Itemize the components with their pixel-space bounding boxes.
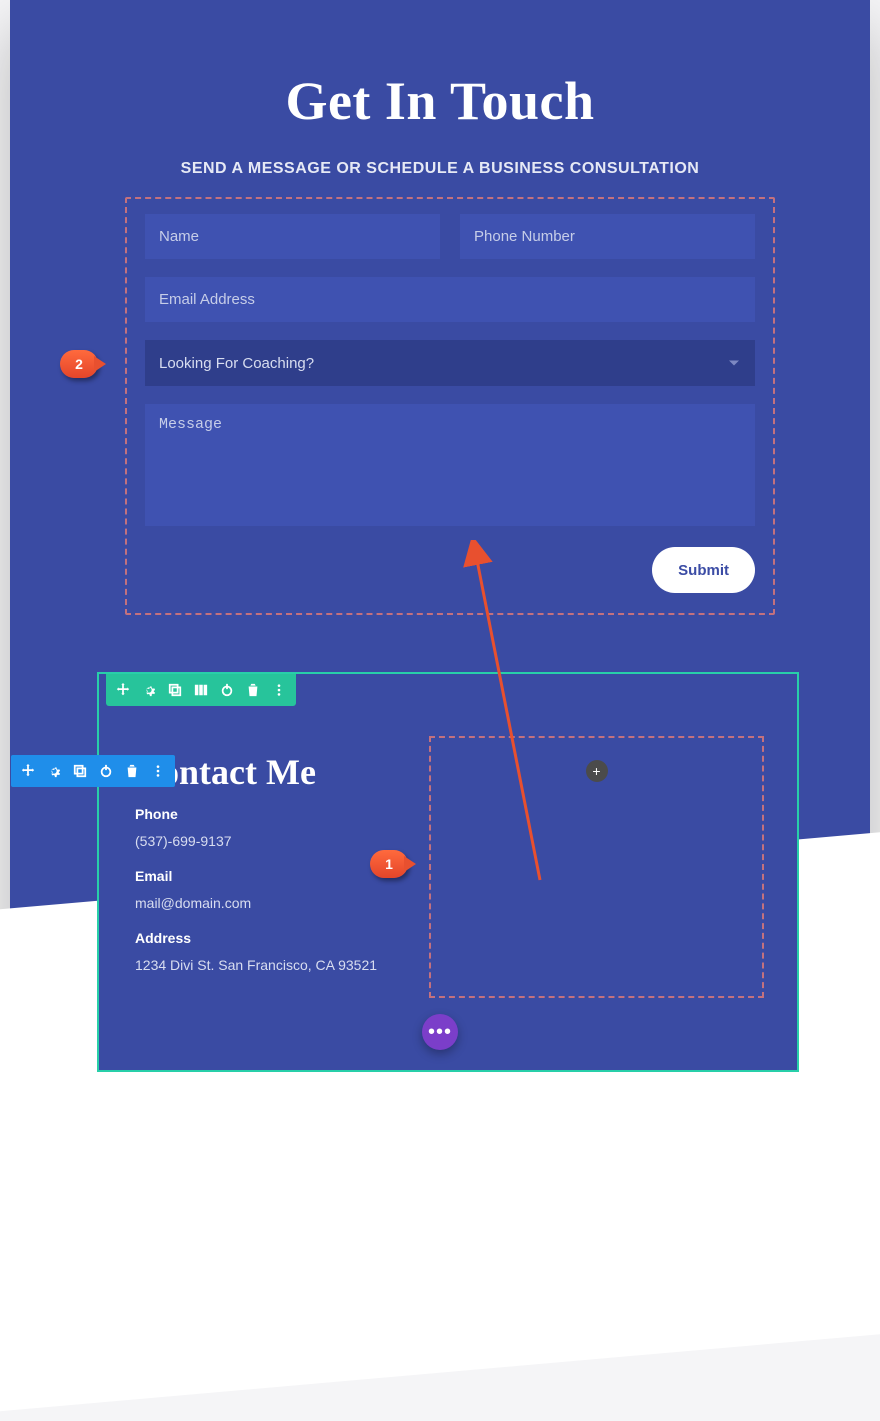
email-label: Email	[135, 866, 377, 887]
submit-button[interactable]: Submit	[652, 547, 755, 593]
columns-icon[interactable]	[194, 683, 208, 697]
settings-icon[interactable]	[142, 683, 156, 697]
address-value: 1234 Divi St. San Francisco, CA 93521	[135, 955, 377, 976]
settings-icon[interactable]	[47, 764, 61, 778]
row-toolbar	[106, 674, 296, 706]
contact-info: Phone (537)-699-9137 Email mail@domain.c…	[135, 804, 377, 976]
annotation-marker-2: 2	[60, 350, 98, 378]
move-icon[interactable]	[21, 764, 35, 778]
page-title: Get In Touch	[10, 70, 870, 132]
duplicate-icon[interactable]	[73, 764, 87, 778]
power-icon[interactable]	[99, 764, 113, 778]
name-input[interactable]	[145, 214, 440, 259]
add-module-button[interactable]: +	[586, 760, 608, 782]
delete-icon[interactable]	[246, 683, 260, 697]
duplicate-icon[interactable]	[168, 683, 182, 697]
caret-down-icon	[729, 361, 739, 366]
more-icon[interactable]	[151, 764, 165, 778]
coaching-select[interactable]: Looking For Coaching?	[145, 340, 755, 386]
email-input[interactable]	[145, 277, 755, 322]
annotation-marker-1: 1	[370, 850, 408, 878]
delete-icon[interactable]	[125, 764, 139, 778]
module-toolbar	[11, 755, 175, 787]
empty-column-dropzone[interactable]: +	[429, 736, 764, 998]
address-label: Address	[135, 928, 377, 949]
page-subtitle: SEND A MESSAGE OR SCHEDULE A BUSINESS CO…	[10, 160, 870, 178]
contact-form-module[interactable]: Looking For Coaching? Submit	[125, 197, 775, 615]
contact-me-row[interactable]: Contact Me Phone (537)-699-9137 Email ma…	[97, 672, 799, 1072]
page-settings-fab[interactable]: •••	[422, 1014, 458, 1050]
phone-value: (537)-699-9137	[135, 831, 377, 852]
power-icon[interactable]	[220, 683, 234, 697]
move-icon[interactable]	[116, 683, 130, 697]
coaching-select-label: Looking For Coaching?	[159, 355, 314, 372]
email-value: mail@domain.com	[135, 893, 377, 914]
hero: Get In Touch SEND A MESSAGE OR SCHEDULE …	[10, 0, 870, 178]
more-icon[interactable]	[272, 683, 286, 697]
phone-label: Phone	[135, 804, 377, 825]
phone-input[interactable]	[460, 214, 755, 259]
message-textarea[interactable]	[145, 404, 755, 526]
